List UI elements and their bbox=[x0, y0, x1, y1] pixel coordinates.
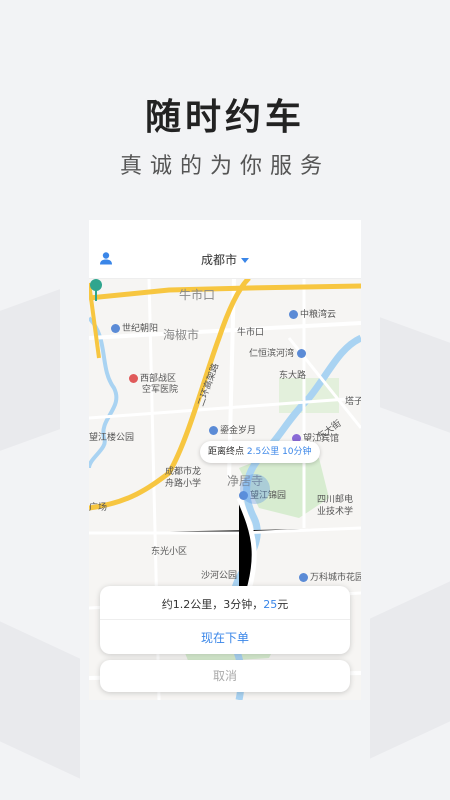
hero-subtitle: 真诚的为你服务 bbox=[119, 154, 330, 179]
map-label-shahegongyuan: 沙河公园 bbox=[201, 571, 238, 581]
top-bar: 成都市 bbox=[89, 220, 361, 279]
location-halo bbox=[240, 474, 270, 504]
map-label-shijichaoyang: 世纪朝阳 bbox=[111, 321, 158, 334]
poi-icon bbox=[299, 573, 308, 582]
distance-time: 2.5公里 10分钟 bbox=[246, 447, 312, 457]
map-label-zhoulu: 舟路小学 bbox=[165, 479, 202, 489]
map-label-lujinsuiyue: 鎏金岁月 bbox=[209, 423, 256, 436]
background-shape bbox=[380, 317, 450, 433]
city-selector[interactable]: 成都市 bbox=[89, 251, 361, 268]
poi-icon bbox=[297, 349, 307, 358]
poi-icon bbox=[111, 324, 120, 333]
hero-title: 随时约车 bbox=[144, 97, 305, 138]
city-name: 成都市 bbox=[200, 253, 237, 267]
poi-icon bbox=[289, 310, 298, 319]
location-pin-icon[interactable] bbox=[89, 278, 103, 302]
fare-price: 25 bbox=[263, 598, 278, 611]
hospital-icon bbox=[129, 374, 138, 383]
map-label-kongjunyiyuan: 空军医院 bbox=[142, 385, 179, 395]
background-shape bbox=[370, 581, 450, 759]
order-card: 约1.2公里，3分钟，25元 现在下单 bbox=[100, 586, 350, 654]
fare-estimate: 约1.2公里，3分钟，25元 bbox=[161, 598, 289, 611]
map-label-zhongliangwanyun: 中粮湾云 bbox=[289, 307, 336, 320]
map-label-niushikou: 牛市口 bbox=[179, 288, 216, 302]
background-shape bbox=[0, 621, 80, 779]
map-label-dongguangxiaoqu: 东光小区 bbox=[151, 547, 188, 557]
map-label-yejishu: 业技术学 bbox=[317, 507, 354, 517]
map-label-niushikou-station: 牛市口 bbox=[237, 328, 265, 338]
map-label-haijiaoshi: 海椒市 bbox=[163, 328, 200, 342]
destination-tooltip: 距离终点 2.5公里 10分钟 bbox=[200, 441, 320, 463]
background-shape bbox=[0, 289, 60, 451]
poi-icon bbox=[209, 426, 218, 435]
map-label-guangchang: 广场 bbox=[89, 503, 108, 513]
map-label-renhengbinhe: 仁恒滨河湾 bbox=[249, 346, 308, 359]
map-label-wangjianglou: 望江楼公园 bbox=[89, 433, 135, 443]
map-label-tazi: 塔子 bbox=[345, 397, 361, 407]
cancel-button[interactable]: 取消 bbox=[100, 660, 350, 692]
caret-down-icon bbox=[241, 258, 249, 263]
map-label-wankecheng: 万科城市花园 bbox=[299, 570, 361, 583]
order-now-button[interactable]: 现在下单 bbox=[100, 624, 350, 652]
map-label-dongdalu: 东大路 bbox=[279, 371, 307, 381]
divider bbox=[100, 619, 350, 620]
